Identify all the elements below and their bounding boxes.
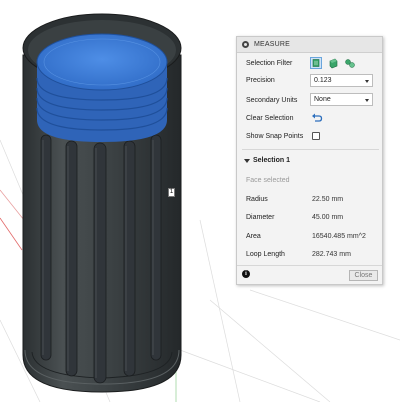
divider: [237, 265, 382, 266]
diameter-value: 45.00 mm: [312, 214, 344, 221]
selection-collapse-icon[interactable]: [244, 159, 250, 163]
radius-value: 22.50 mm: [312, 196, 344, 203]
secondary-units-label: Secondary Units: [246, 97, 298, 104]
precision-label: Precision: [246, 77, 275, 84]
select-face-icon[interactable]: [327, 57, 339, 69]
z-axis-line: [0, 217, 23, 251]
show-snap-points-label: Show Snap Points: [246, 133, 304, 140]
secondary-units-value: None: [314, 96, 331, 103]
panel-header[interactable]: MEASURE: [237, 37, 382, 53]
measure-panel: MEASURE Selection Filter Precision 0.123…: [236, 36, 383, 285]
chevron-down-icon: [365, 99, 369, 102]
loop-length-label: Loop Length: [246, 251, 285, 258]
loop-length-value: 282.743 mm: [312, 251, 351, 258]
selected-face[interactable]: [36, 33, 168, 142]
selection-type: Face selected: [246, 177, 290, 184]
select-edge-icon[interactable]: [344, 57, 356, 69]
panel-title: MEASURE: [254, 41, 291, 48]
selection-title: Selection 1: [253, 157, 290, 164]
secondary-units-dropdown[interactable]: None: [310, 93, 373, 106]
divider: [242, 149, 379, 150]
info-icon[interactable]: i: [242, 270, 250, 278]
collapse-toggle-icon[interactable]: [242, 41, 249, 48]
area-label: Area: [246, 233, 261, 240]
chevron-down-icon: [365, 80, 369, 83]
clear-selection-label: Clear Selection: [246, 115, 294, 122]
precision-value: 0.123: [314, 77, 332, 84]
undo-arrow-icon[interactable]: [311, 112, 323, 124]
show-snap-points-checkbox[interactable]: [312, 132, 320, 140]
edge-tag-label[interactable]: 1: [168, 188, 175, 197]
radius-label: Radius: [246, 196, 268, 203]
precision-dropdown[interactable]: 0.123: [310, 74, 373, 87]
select-body-icon[interactable]: [310, 57, 322, 69]
diameter-label: Diameter: [246, 214, 275, 221]
selection-filter-label: Selection Filter: [246, 60, 293, 67]
area-value: 16540.485 mm^2: [312, 233, 366, 240]
close-button[interactable]: Close: [349, 270, 378, 281]
